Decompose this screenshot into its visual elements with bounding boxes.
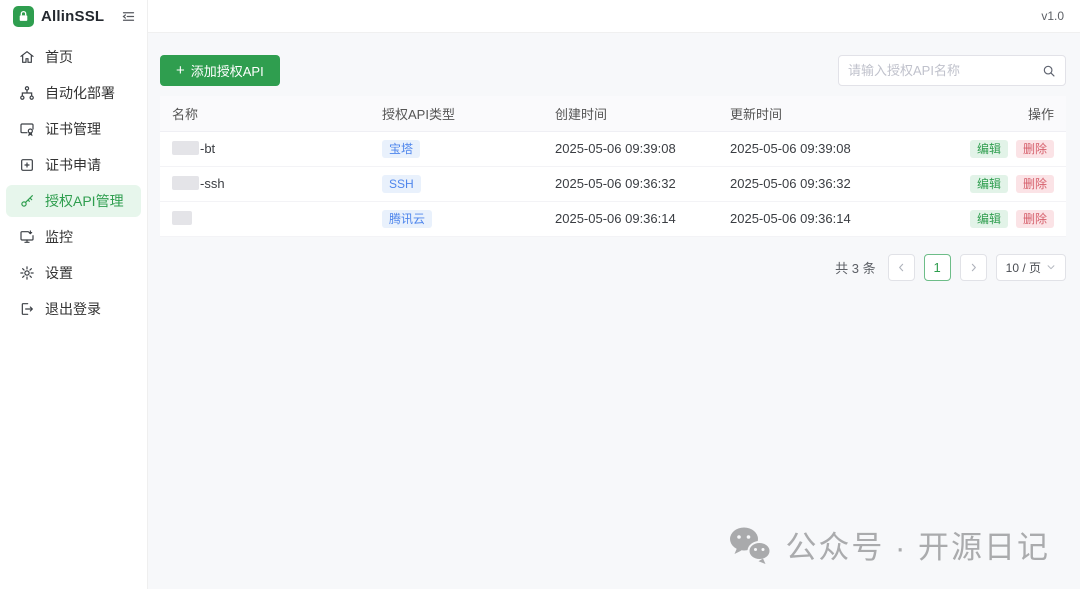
deploy-icon: [18, 85, 35, 102]
collapse-sidebar-icon[interactable]: [119, 8, 137, 26]
cell-type: 宝塔: [370, 131, 543, 166]
wechat-icon: [727, 526, 773, 564]
toolbar: + 添加授权API: [160, 55, 1066, 86]
monitor-icon: [18, 229, 35, 246]
plus-icon: +: [176, 63, 185, 78]
column-header-updated: 更新时间: [718, 96, 918, 131]
cell-name: -bt: [160, 131, 370, 166]
delete-button[interactable]: 删除: [1016, 140, 1054, 158]
redacted-name: [172, 141, 199, 155]
auth-api-table: 名称 授权API类型 创建时间 更新时间 操作 -bt 宝塔 2025-05-0…: [160, 96, 1066, 237]
sidebar-item-label: 退出登录: [45, 299, 101, 319]
sidebar-item-label: 首页: [45, 47, 73, 67]
redacted-name: [172, 211, 192, 225]
type-badge: 腾讯云: [382, 210, 432, 228]
next-page-button[interactable]: [960, 254, 987, 281]
column-header-created: 创建时间: [543, 96, 718, 131]
sidebar-item-auto-deploy[interactable]: 自动化部署: [6, 77, 141, 109]
sidebar-item-label: 设置: [45, 263, 73, 283]
key-icon: [18, 193, 35, 210]
sidebar-item-logout[interactable]: 退出登录: [6, 293, 141, 325]
sidebar-item-home[interactable]: 首页: [6, 41, 141, 73]
cell-type: SSH: [370, 166, 543, 201]
gear-icon: [18, 265, 35, 282]
table-header-row: 名称 授权API类型 创建时间 更新时间 操作: [160, 96, 1066, 131]
cell-action: 编辑删除: [918, 201, 1066, 236]
redacted-name: [172, 176, 199, 190]
sidebar-menu: 首页 自动化部署 证书管理 证书申请: [0, 33, 147, 329]
sidebar-item-label: 授权API管理: [45, 191, 124, 211]
table-row: -bt 宝塔 2025-05-06 09:39:08 2025-05-06 09…: [160, 131, 1066, 166]
page-size-select[interactable]: 10 / 页: [996, 254, 1066, 281]
certificate-apply-icon: [18, 157, 35, 174]
sidebar-item-label: 证书管理: [45, 119, 101, 139]
cell-created: 2025-05-06 09:36:32: [543, 166, 718, 201]
type-badge: SSH: [382, 175, 421, 193]
sidebar-item-label: 自动化部署: [45, 83, 115, 103]
edit-button[interactable]: 编辑: [970, 175, 1008, 193]
add-auth-api-button[interactable]: + 添加授权API: [160, 55, 280, 86]
page-number-button[interactable]: 1: [924, 254, 951, 281]
certificate-icon: [18, 121, 35, 138]
table-row: -ssh SSH 2025-05-06 09:36:32 2025-05-06 …: [160, 166, 1066, 201]
sidebar-item-settings[interactable]: 设置: [6, 257, 141, 289]
search-box: [838, 55, 1066, 86]
column-header-type: 授权API类型: [370, 96, 543, 131]
cell-updated: 2025-05-06 09:36:14: [718, 201, 918, 236]
cell-action: 编辑删除: [918, 166, 1066, 201]
page-size-value: 10 / 页: [1006, 259, 1041, 276]
topbar: v1.0: [148, 0, 1080, 33]
edit-button[interactable]: 编辑: [970, 140, 1008, 158]
sidebar-item-cert-manage[interactable]: 证书管理: [6, 113, 141, 145]
add-auth-api-button-label: 添加授权API: [191, 61, 264, 80]
column-header-name: 名称: [160, 96, 370, 131]
cell-name: -ssh: [160, 166, 370, 201]
cell-name: [160, 201, 370, 236]
pagination: 共 3 条 1 10 / 页: [160, 254, 1066, 281]
cell-created: 2025-05-06 09:36:14: [543, 201, 718, 236]
cell-type: 腾讯云: [370, 201, 543, 236]
cell-action: 编辑删除: [918, 131, 1066, 166]
search-input[interactable]: [848, 63, 1042, 78]
sidebar-item-cert-apply[interactable]: 证书申请: [6, 149, 141, 181]
cell-updated: 2025-05-06 09:39:08: [718, 131, 918, 166]
sidebar-item-label: 证书申请: [45, 155, 101, 175]
type-badge: 宝塔: [382, 140, 420, 158]
allinssl-lock-logo-icon: [13, 6, 34, 27]
delete-button[interactable]: 删除: [1016, 210, 1054, 228]
column-header-action: 操作: [918, 96, 1066, 131]
edit-button[interactable]: 编辑: [970, 210, 1008, 228]
watermark: 公众号 · 开源日记: [727, 522, 1050, 567]
cell-updated: 2025-05-06 09:36:32: [718, 166, 918, 201]
pagination-total: 共 3 条: [835, 258, 875, 277]
app-title: AllinSSL: [41, 8, 112, 25]
prev-page-button[interactable]: [888, 254, 915, 281]
cell-created: 2025-05-06 09:39:08: [543, 131, 718, 166]
app-window: AllinSSL 首页 自动化部署: [0, 0, 1080, 589]
watermark-text: 公众号 · 开源日记: [785, 522, 1050, 567]
main-area: v1.0 + 添加授权API 名称 授权: [148, 0, 1080, 589]
logout-icon: [18, 301, 35, 318]
sidebar-item-label: 监控: [45, 227, 73, 247]
sidebar-item-auth-api[interactable]: 授权API管理: [6, 185, 141, 217]
delete-button[interactable]: 删除: [1016, 175, 1054, 193]
version-label: v1.0: [1041, 9, 1064, 23]
home-icon: [18, 49, 35, 66]
search-icon[interactable]: [1042, 64, 1056, 78]
sidebar-item-monitor[interactable]: 监控: [6, 221, 141, 253]
logo-row: AllinSSL: [0, 0, 147, 33]
chevron-down-icon: [1046, 262, 1056, 272]
table-row: 腾讯云 2025-05-06 09:36:14 2025-05-06 09:36…: [160, 201, 1066, 236]
content-area: + 添加授权API 名称 授权API类型 创建时间 更新时间: [148, 33, 1080, 589]
sidebar: AllinSSL 首页 自动化部署: [0, 0, 148, 589]
